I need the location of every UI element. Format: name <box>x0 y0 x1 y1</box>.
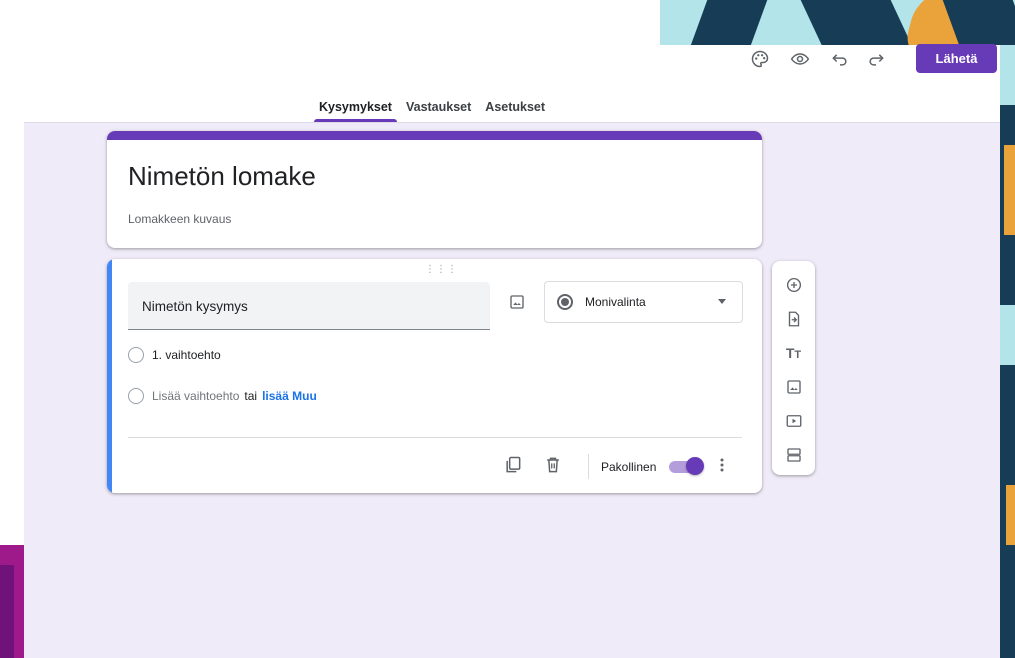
footer-separator <box>588 454 589 479</box>
question-card: ⋮⋮⋮ Nimetön kysymys Monivalinta 1. vaiht… <box>107 259 762 493</box>
add-image-icon[interactable] <box>778 371 810 403</box>
redo-icon[interactable] <box>861 44 891 74</box>
background-art-top <box>660 0 1015 45</box>
more-options-icon[interactable] <box>710 453 734 477</box>
question-type-label: Monivalinta <box>585 295 646 309</box>
radio-button-icon <box>128 388 144 404</box>
add-section-icon[interactable] <box>778 439 810 471</box>
undo-icon[interactable] <box>825 44 855 74</box>
option-label[interactable]: 1. vaihtoehto <box>152 348 221 362</box>
form-title-field[interactable]: Nimetön lomake <box>128 161 316 192</box>
add-question-icon[interactable] <box>778 269 810 301</box>
preview-eye-icon[interactable] <box>785 44 815 74</box>
option-row: 1. vaihtoehto <box>128 347 221 363</box>
add-title-icon[interactable]: TT <box>778 337 810 369</box>
question-title-input[interactable]: Nimetön kysymys <box>128 282 490 330</box>
chevron-down-icon <box>718 299 726 304</box>
tab-settings[interactable]: Asetukset <box>478 96 552 122</box>
delete-trash-icon[interactable] <box>541 453 565 477</box>
question-type-dropdown[interactable]: Monivalinta <box>544 281 743 323</box>
duplicate-icon[interactable] <box>501 453 525 477</box>
required-toggle[interactable] <box>669 457 704 475</box>
floating-toolbar: TT <box>772 261 815 475</box>
add-video-icon[interactable] <box>778 405 810 437</box>
theme-accent-bar <box>107 131 762 140</box>
form-header-card: Nimetön lomake Lomakkeen kuvaus <box>107 131 762 248</box>
send-button[interactable]: Lähetä <box>916 44 997 73</box>
background-art-left <box>0 545 24 658</box>
radio-button-icon <box>557 294 573 310</box>
background-art-right <box>1000 45 1015 658</box>
import-questions-icon[interactable] <box>778 303 810 335</box>
question-footer: Pakollinen <box>107 438 762 493</box>
tab-questions[interactable]: Kysymykset <box>312 96 399 122</box>
add-image-icon[interactable] <box>505 290 529 314</box>
header-toolbar <box>745 44 894 74</box>
add-option-row: Lisää vaihtoehto tai lisää Muu <box>128 388 317 404</box>
radio-button-icon <box>128 347 144 363</box>
or-text: tai <box>244 389 258 403</box>
form-tabs: Kysymykset Vastaukset Asetukset <box>312 96 552 122</box>
drag-handle-icon[interactable]: ⋮⋮⋮ <box>425 264 458 275</box>
form-description-field[interactable]: Lomakkeen kuvaus <box>128 212 231 226</box>
add-other-link[interactable]: lisää Muu <box>262 389 317 403</box>
palette-icon[interactable] <box>745 44 775 74</box>
tab-responses[interactable]: Vastaukset <box>399 96 478 122</box>
required-label: Pakollinen <box>601 460 657 474</box>
add-option-link[interactable]: Lisää vaihtoehto <box>152 389 239 403</box>
